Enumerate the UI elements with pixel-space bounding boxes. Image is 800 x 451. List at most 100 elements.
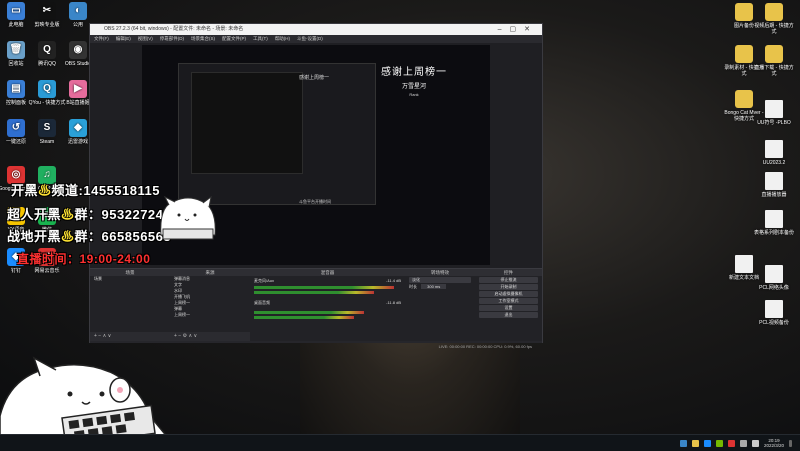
file-icon: [765, 172, 783, 190]
file-icon: [765, 300, 783, 318]
clock-date: 2022/3/20: [763, 443, 784, 448]
sources-dock[interactable]: 来源 弹幕消息 文字 水印 开播飞机 上周榜一 弹幕 上周榜一 + − ⚙ ∧ ∨: [170, 269, 251, 341]
menu-item[interactable]: 斗鱼-设置(D): [297, 36, 323, 41]
desktop-icon[interactable]: UU2023.2: [752, 140, 796, 166]
app-icon: Q: [38, 80, 56, 98]
app-icon: ▭: [7, 2, 25, 20]
desktop-icon[interactable]: PCL视频备份: [752, 300, 796, 326]
app-icon: ◐: [69, 2, 87, 20]
desktop-icon-label: UU符号 -PLBO: [757, 120, 791, 126]
obs-title-text: OBS 27.2.3 (64 bit, windows) - 配置文件: 未命名…: [104, 26, 244, 32]
control-button[interactable]: 启动虚拟摄像机: [479, 291, 538, 297]
tray-dingtalk-icon[interactable]: [703, 439, 711, 447]
app-icon: Q: [38, 41, 56, 59]
duration-input[interactable]: 300 ms: [421, 284, 447, 289]
transitions-header: 转场特效: [405, 269, 475, 276]
taskbar: 20:19 2022/3/20: [0, 434, 800, 451]
thanks-name: 万雪星河: [401, 84, 426, 90]
mixer-dock[interactable]: 混音器 麦克风/Aux -11.4 dB 桌面音频 -11.8 dB: [250, 269, 406, 341]
overlay-line-1: 开黑♨频道:1455518115: [11, 180, 160, 199]
source-item[interactable]: 上周榜一: [170, 312, 250, 318]
tray-volume-icon[interactable]: [751, 439, 759, 447]
controls-dock[interactable]: 控件 停止推流 开始录制 启动虚拟摄像机 工作室模式 设置 退出: [475, 269, 542, 341]
menu-item[interactable]: 编辑(E): [116, 36, 131, 41]
menu-item[interactable]: 视图(V): [138, 36, 153, 41]
tray-app-icon[interactable]: [679, 439, 687, 447]
tray-network-icon[interactable]: [739, 439, 747, 447]
overlay-line1-mid: 频道: [51, 183, 79, 198]
sources-header: 来源: [170, 269, 250, 276]
app-icon: ◉: [69, 41, 87, 59]
control-button[interactable]: 开始录制: [479, 284, 538, 290]
desktop-icon[interactable]: 直播下载 - 快捷方式: [752, 45, 796, 77]
menu-item[interactable]: 工具(T): [253, 36, 268, 41]
transition-select[interactable]: 淡化: [409, 277, 471, 283]
overlay-line1-value: :1455518115: [78, 183, 160, 198]
control-button[interactable]: 工作室模式: [479, 298, 538, 304]
desktop-icon[interactable]: 表格系列剧本备份: [752, 210, 796, 236]
folder-icon: [735, 45, 753, 63]
channel-db: -11.4 dB: [386, 278, 401, 283]
scenes-header: 场景: [90, 269, 170, 276]
scenes-dock[interactable]: 场景 场景 + − ∧ ∨: [90, 269, 171, 341]
overlay-line3-mid: 群: [74, 229, 89, 244]
mixer-channel-0: 桌面音频 -11.8 dB: [250, 300, 405, 306]
audio-meter: [254, 316, 354, 319]
channel-name: 桌面音频: [254, 300, 270, 305]
controls-header: 控件: [475, 269, 542, 276]
app-icon: ✂: [38, 2, 56, 20]
tray-folder-icon[interactable]: [691, 439, 699, 447]
status-bar: LIVE: 00:00:00 REC: 00:00:00 CPU: 0.9%, …: [438, 344, 532, 349]
overlay-line-2: 超人开黑♨群：953227241: [7, 204, 171, 223]
desktop-icon-label: PCL视频备份: [759, 320, 789, 326]
desktop-icon[interactable]: PCL网络头像: [752, 265, 796, 291]
control-button[interactable]: 停止推流: [479, 277, 538, 283]
transitions-dock[interactable]: 转场特效 淡化 时长 300 ms: [405, 269, 476, 341]
menu-item[interactable]: 场景集合(S): [191, 36, 215, 41]
show-desktop-button[interactable]: [789, 439, 792, 447]
mixer-channel-1: 麦克风/Aux -11.4 dB: [250, 278, 405, 284]
app-icon: ◆: [69, 119, 87, 137]
file-icon: [765, 265, 783, 283]
menu-item[interactable]: 帮助(H): [275, 36, 290, 41]
channel-name: 麦克风/Aux: [254, 278, 275, 283]
control-button[interactable]: 退出: [479, 312, 538, 318]
menu-item[interactable]: 配置文件(P): [222, 36, 246, 41]
desktop-icon-label: PCL网络头像: [759, 285, 789, 291]
thanks-small: Rank: [409, 92, 419, 97]
menu-item[interactable]: 停靠部件(D): [160, 36, 184, 41]
audio-meter: [254, 291, 374, 294]
folder-icon: [765, 45, 783, 63]
scenes-toolbar[interactable]: + − ∧ ∨: [90, 332, 170, 341]
scene-item[interactable]: 场景: [90, 276, 170, 282]
window-controls[interactable]: –▢✕: [498, 24, 538, 35]
control-button[interactable]: 设置: [479, 305, 538, 311]
desktop-icon-label: 表格系列剧本备份: [753, 230, 794, 236]
desktop-icon-label: 网易云音乐: [34, 268, 60, 274]
desktop-icon[interactable]: 直播播放器: [752, 172, 796, 198]
fire-icon: ♨: [61, 207, 75, 222]
tray-nvidia-icon[interactable]: [715, 439, 723, 447]
sources-toolbar[interactable]: + − ⚙ ∧ ∨: [170, 332, 250, 341]
tray-netease-icon[interactable]: [727, 439, 735, 447]
desktop-icon-label: UU2023.2: [762, 160, 786, 166]
cat-sticker-icon: [160, 195, 216, 240]
overlay-stream-time: 直播时间：19:00-24:00: [17, 252, 151, 266]
desktop-icon-label: 视频后期 - 快捷方式: [754, 23, 794, 35]
menu-item[interactable]: 文件(F): [94, 36, 109, 41]
app-icon: S: [38, 119, 56, 137]
audio-meter: [254, 286, 394, 289]
app-icon: ▶: [69, 80, 87, 98]
nested-preview: 感谢上周榜一 斗鱼平台开播时间: [178, 63, 376, 205]
folder-icon: [735, 3, 753, 21]
desktop-icon-label: 直播下载 - 快捷方式: [754, 65, 794, 77]
desktop-icon[interactable]: UU符号 -PLBO: [752, 100, 796, 126]
thanks-title: 感谢上周榜一: [381, 67, 447, 78]
obs-menubar: 文件(F) 编辑(E) 视图(V) 停靠部件(D) 场景集合(S) 配置文件(P) 工具(T…: [90, 35, 542, 43]
file-icon: [735, 255, 753, 273]
duration-row: 时长 300 ms: [405, 284, 475, 290]
controls-list: 停止推流 开始录制 启动虚拟摄像机 工作室模式 设置 退出: [475, 277, 542, 318]
taskbar-clock[interactable]: 20:19 2022/3/20: [764, 438, 784, 449]
obs-titlebar[interactable]: OBS 27.2.3 (64 bit, windows) - 配置文件: 未命名…: [90, 24, 542, 35]
desktop-icon[interactable]: 视频后期 - 快捷方式: [752, 3, 796, 35]
